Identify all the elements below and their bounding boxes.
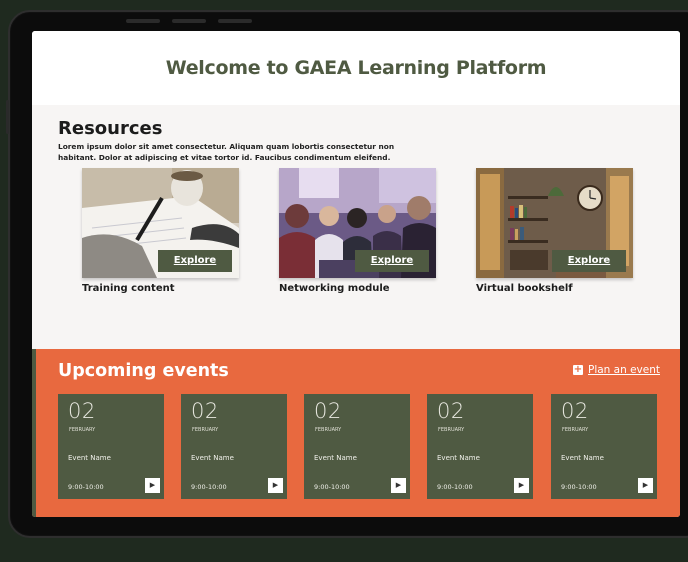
page-header: Welcome to GAEA Learning Platform [32,31,680,105]
play-arrow-icon[interactable]: ▶ [145,478,160,493]
event-card[interactable]: 02 FEBRUARY Event Name 9:00-10:00 ▶ [181,394,287,499]
events-title: Upcoming events [58,361,229,381]
device-button [126,19,160,23]
device-button [218,19,252,23]
event-month: FEBRUARY [562,427,589,433]
resource-card-bookshelf[interactable]: Explore Virtual bookshelf [476,168,633,294]
device-side-button [6,100,9,134]
resources-description: Lorem ipsum dolor sit amet consectetur. … [58,142,395,162]
event-name: Event Name [561,454,604,462]
page-title: Welcome to GAEA Learning Platform [165,57,547,79]
resource-cards: Explore Training content Explore Network… [58,168,654,308]
event-card[interactable]: 02 FEBRUARY Event Name 9:00-10:00 ▶ [58,394,164,499]
bookshelf-room-image: Explore [476,168,633,278]
event-month: FEBRUARY [69,427,96,433]
event-time: 9:00-10:00 [68,483,104,491]
play-arrow-icon[interactable]: ▶ [638,478,653,493]
event-month: FEBRUARY [438,427,465,433]
event-card[interactable]: 02 FEBRUARY Event Name 9:00-10:00 ▶ [427,394,533,499]
upcoming-events-section: Upcoming events + Plan an event 02 FEBRU… [32,349,680,517]
explore-button[interactable]: Explore [552,250,626,272]
people-meeting-image: Explore [279,168,436,278]
event-time: 9:00-10:00 [314,483,350,491]
resource-card-training[interactable]: Explore Training content [82,168,239,294]
event-name: Event Name [191,454,234,462]
event-month: FEBRUARY [192,427,219,433]
event-name: Event Name [437,454,480,462]
play-arrow-icon[interactable]: ▶ [391,478,406,493]
event-day: 02 [68,399,96,423]
resources-section: Resources Lorem ipsum dolor sit amet con… [32,105,680,349]
plus-icon: + [572,364,583,375]
explore-button[interactable]: Explore [158,250,232,272]
event-time: 9:00-10:00 [191,483,227,491]
event-name: Event Name [314,454,357,462]
play-arrow-icon[interactable]: ▶ [514,478,529,493]
event-day: 02 [314,399,342,423]
event-day: 02 [191,399,219,423]
app-screen: Welcome to GAEA Learning Platform Resour… [32,31,680,517]
event-card[interactable]: 02 FEBRUARY Event Name 9:00-10:00 ▶ [304,394,410,499]
event-month: FEBRUARY [315,427,342,433]
card-title: Virtual bookshelf [476,283,573,294]
event-time: 9:00-10:00 [561,483,597,491]
resource-card-networking[interactable]: Explore Networking module [279,168,436,294]
card-title: Networking module [279,283,390,294]
event-day: 02 [561,399,589,423]
resources-title: Resources [58,118,163,139]
event-card[interactable]: 02 FEBRUARY Event Name 9:00-10:00 ▶ [551,394,657,499]
event-day: 02 [437,399,465,423]
plan-event-link[interactable]: + Plan an event [572,364,660,376]
explore-button[interactable]: Explore [355,250,429,272]
writing-notes-image: Explore [82,168,239,278]
plan-event-label: Plan an event [587,364,660,376]
event-name: Event Name [68,454,111,462]
event-time: 9:00-10:00 [437,483,473,491]
card-title: Training content [82,283,175,294]
device-button [172,19,206,23]
play-arrow-icon[interactable]: ▶ [268,478,283,493]
